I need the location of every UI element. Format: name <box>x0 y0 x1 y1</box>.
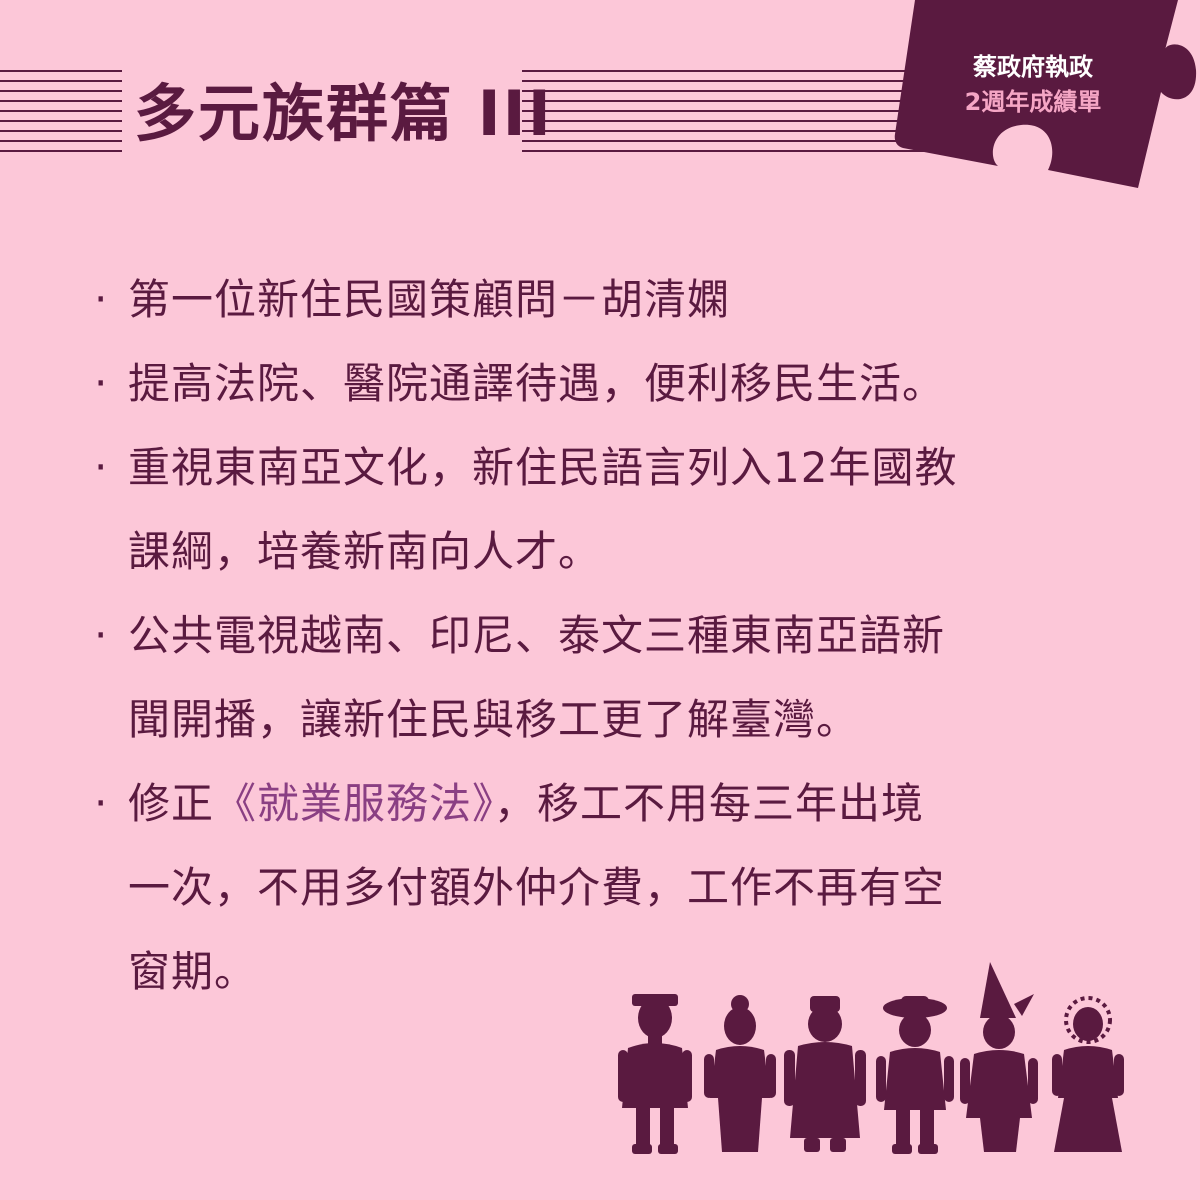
item-text: 一次，不用多付額外仲介費，工作不再有空 <box>128 863 946 912</box>
item-text: 公共電視越南、印尼、泰文三種東南亞語新 <box>128 611 946 660</box>
item-text: 修正《就業服務法》，移工不用每三年出境 <box>128 762 1100 846</box>
item-text-suffix: ，移工不用每三年出境 <box>494 779 925 828</box>
bullet-marker: ‧ <box>94 779 109 828</box>
person-figure-icon <box>618 994 692 1154</box>
title-stripes-left <box>0 70 122 160</box>
bullet-marker: ‧ <box>94 443 109 492</box>
badge-line2: 2週年成績單 <box>964 88 1102 116</box>
item-text-prefix: 修正 <box>128 779 215 828</box>
list-item: ‧ 第一位新住民國策顧問－胡清嫻 <box>90 258 1100 342</box>
item-text: 提高法院、醫院通譯待遇，便利移民生活。 <box>128 359 946 408</box>
person-figure-icon <box>1052 996 1124 1152</box>
item-text: 重視東南亞文化，新住民語言列入12年國教 <box>128 443 958 492</box>
ethnic-people-group-icon <box>618 962 1124 1154</box>
page-title: 多元族群篇 III <box>134 77 553 150</box>
title-stripes-right <box>522 70 947 160</box>
person-figure-icon <box>704 995 776 1152</box>
item-text: 課綱，培養新南向人才。 <box>128 527 602 576</box>
bullet-marker: ‧ <box>94 359 109 408</box>
list-item: ‧ 公共電視越南、印尼、泰文三種東南亞語新 聞開播，讓新住民與移工更了解臺灣。 <box>90 594 1100 762</box>
item-text: 聞開播，讓新住民與移工更了解臺灣。 <box>128 695 860 744</box>
item-text: 第一位新住民國策顧問－胡清嫻 <box>128 275 731 324</box>
bullet-marker: ‧ <box>94 611 109 660</box>
list-item: ‧ 重視東南亞文化，新住民語言列入12年國教 課綱，培養新南向人才。 <box>90 426 1100 594</box>
law-name-highlight: 《就業服務法》 <box>214 779 495 828</box>
achievement-list: ‧ 第一位新住民國策顧問－胡清嫻 ‧ 提高法院、醫院通譯待遇，便利移民生活。 ‧… <box>90 258 1100 1014</box>
person-figure-icon <box>876 996 954 1154</box>
bullet-marker: ‧ <box>94 275 109 324</box>
badge-line1: 蔡政府執政 <box>973 53 1093 81</box>
person-figure-icon <box>960 962 1038 1152</box>
puzzle-badge: 蔡政府執政 2週年成績單 <box>893 0 1200 200</box>
list-item: ‧ 提高法院、醫院通譯待遇，便利移民生活。 <box>90 342 1100 426</box>
person-figure-icon <box>784 996 866 1152</box>
